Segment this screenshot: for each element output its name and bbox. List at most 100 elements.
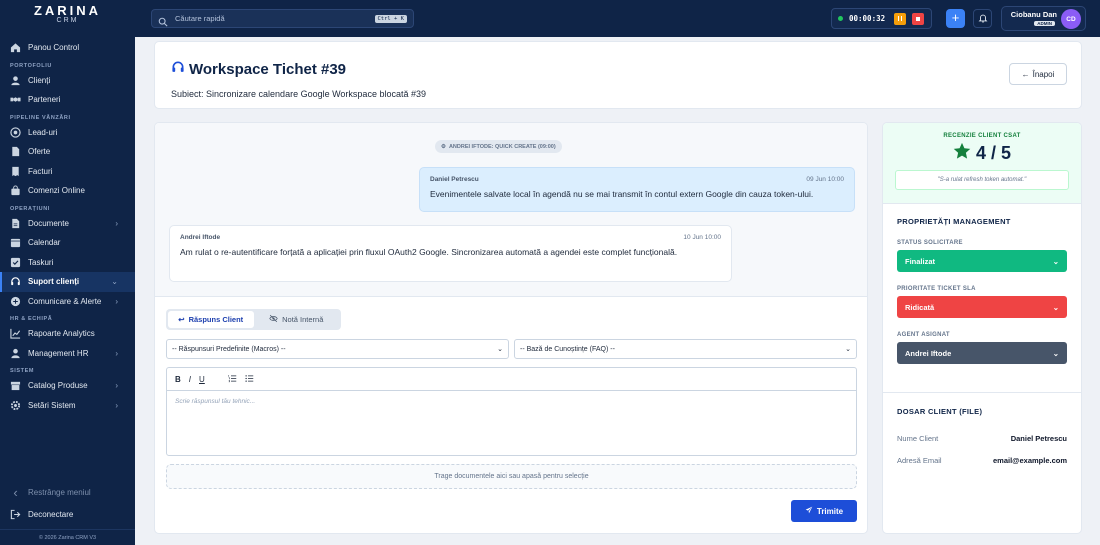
logo-sub: CRM xyxy=(56,17,79,24)
document-icon xyxy=(10,218,21,229)
handshake-icon xyxy=(10,94,21,105)
timer-stop-button[interactable] xyxy=(912,12,925,25)
sidebar-item-setari[interactable]: Setări Sistem › xyxy=(0,396,135,416)
reply-textarea[interactable]: Scrie răspunsul tău tehnic... xyxy=(167,391,856,412)
ticket-header: Workspace Tichet #39 Subiect: Sincroniza… xyxy=(154,41,1082,109)
message-meta: Andrei Iftode 10 Jun 10:00 xyxy=(180,234,721,241)
client-name-value: Daniel Petrescu xyxy=(1010,434,1067,443)
sidebar-item-label: Facturi xyxy=(28,166,53,176)
collapse-menu-button[interactable]: ‹ Restrânge meniul xyxy=(0,481,135,503)
ticket-sidebar: RECENZIE CLIENT CSAT 4 / 5 "S-a rulat re… xyxy=(882,122,1082,534)
headset-icon xyxy=(10,276,21,287)
italic-button[interactable]: I xyxy=(189,375,191,384)
sidebar-item-panou-control[interactable]: Panou Control xyxy=(0,38,135,58)
client-email-key: Adresă Email xyxy=(897,456,942,465)
user-name: Ciobanu Dan xyxy=(1010,10,1057,19)
sidebar-item-calendar[interactable]: Calendar xyxy=(0,233,135,253)
chevron-down-icon: ⌄ xyxy=(497,346,503,353)
sidebar-item-taskuri[interactable]: Taskuri xyxy=(0,253,135,273)
priority-select[interactable]: Ridicată ⌄ xyxy=(897,296,1067,318)
bullet-list-icon xyxy=(245,374,254,382)
status-label: STATUS SOLICITARE xyxy=(897,240,963,246)
back-button[interactable]: ← Înapoi xyxy=(1009,63,1067,85)
sidebar-item-suport-clienti[interactable]: Suport clienți ⌄ xyxy=(0,272,135,292)
sidebar-item-rapoarte[interactable]: Rapoarte Analytics xyxy=(0,324,135,344)
work-timer: 00:00:32 xyxy=(831,8,932,29)
file-icon xyxy=(10,146,21,157)
knowledge-base-select[interactable]: -- Bază de Cunoștințe (FAQ) -- ⌄ xyxy=(514,339,857,359)
logout-button[interactable]: Deconectare xyxy=(0,503,135,525)
bold-button[interactable]: B xyxy=(175,375,181,384)
notifications-button[interactable] xyxy=(973,9,992,28)
plus-icon: + xyxy=(951,10,960,25)
eye-slash-icon xyxy=(269,314,278,325)
add-button[interactable]: + xyxy=(946,9,965,28)
user-role-badge: ADMIN xyxy=(1034,21,1055,26)
sidebar-item-label: Management HR xyxy=(28,348,89,358)
sidebar-item-comunicare[interactable]: Comunicare & Alerte › xyxy=(0,292,135,312)
tab-label: Răspuns Client xyxy=(188,315,244,324)
bullet-list-button[interactable] xyxy=(245,374,254,385)
sidebar-item-label: Rapoarte Analytics xyxy=(28,329,95,339)
conversation-thread: ⚙ ANDREI IFTODE: QUICK CREATE (09:00) Da… xyxy=(155,123,867,297)
sidebar-item-documente[interactable]: Documente › xyxy=(0,214,135,234)
sidebar-item-label: Catalog Produse xyxy=(28,381,88,391)
client-email-value: email@example.com xyxy=(992,456,1067,465)
chevron-down-icon: ⌄ xyxy=(1052,348,1059,358)
tab-reply-client[interactable]: ↩ Răspuns Client xyxy=(168,311,254,328)
checkbox-icon xyxy=(10,257,21,268)
sidebar-item-parteneri[interactable]: Parteneri xyxy=(0,90,135,110)
ordered-list-button[interactable] xyxy=(228,374,237,385)
search-input[interactable]: Căutare rapidă Ctrl + K xyxy=(151,9,414,28)
conversation-card: ⚙ ANDREI IFTODE: QUICK CREATE (09:00) Da… xyxy=(154,122,868,534)
ticket-subject: Subiect: Sincronizare calendare Google W… xyxy=(171,89,426,99)
sidebar-item-label: Suport clienți xyxy=(28,277,80,287)
sidebar-item-label: Parteneri xyxy=(28,95,61,105)
home-icon xyxy=(10,42,21,53)
sidebar-item-catalog[interactable]: Catalog Produse › xyxy=(0,376,135,396)
message-time: 10 Jun 10:00 xyxy=(683,234,721,241)
message-text: Evenimentele salvate local în agendă nu … xyxy=(430,189,814,199)
user-menu[interactable]: Ciobanu Dan ADMIN CD xyxy=(1001,6,1086,31)
tab-internal-note[interactable]: Notă Internă xyxy=(254,311,340,328)
sidebar-item-label: Comunicare & Alerte xyxy=(28,296,102,306)
message-author: Andrei Iftode xyxy=(180,234,221,241)
chevron-right-icon: › xyxy=(115,381,118,391)
sidebar-item-comenzi-online[interactable]: Comenzi Online xyxy=(0,181,135,201)
search-placeholder: Căutare rapidă xyxy=(175,14,225,23)
logo: ZARINA CRM xyxy=(0,0,135,36)
user-icon xyxy=(10,75,21,86)
send-label: Trimite xyxy=(816,506,844,516)
reply-tabs: ↩ Răspuns Client Notă Internă xyxy=(166,309,341,330)
client-message: Daniel Petrescu 09 Jun 10:00 Evenimentel… xyxy=(419,167,855,212)
send-button[interactable]: Trimite xyxy=(791,500,857,522)
sidebar-item-facturi[interactable]: Facturi xyxy=(0,162,135,182)
csat-score: 4 / 5 xyxy=(883,142,1081,165)
client-email-row: Adresă Email email@example.com xyxy=(897,456,1067,465)
system-note: ⚙ ANDREI IFTODE: QUICK CREATE (09:00) xyxy=(435,140,562,153)
sidebar-footer: ‹ Restrânge meniul Deconectare © 2026 Za… xyxy=(0,481,135,545)
logo-name: ZARINA xyxy=(33,3,102,18)
arrow-left-icon: ← xyxy=(1021,69,1030,79)
shopping-bag-icon xyxy=(10,185,21,196)
macros-select[interactable]: -- Răspunsuri Predefinite (Macros) -- ⌄ xyxy=(166,339,509,359)
csat-comment: "S-a rulat refresh token automat." xyxy=(895,170,1069,190)
underline-button[interactable]: U xyxy=(199,375,205,384)
timer-pause-button[interactable] xyxy=(894,12,907,25)
agent-select[interactable]: Andrei Iftode ⌄ xyxy=(897,342,1067,364)
user-tie-icon xyxy=(10,348,21,359)
attachment-dropzone[interactable]: Trage documentele aici sau apasă pentru … xyxy=(166,464,857,489)
broadcast-icon xyxy=(10,296,21,307)
reply-editor: B I U Scrie răspunsul tău tehnic... xyxy=(166,367,857,456)
sidebar-section-portofoliu: PORTOFOLIU xyxy=(10,62,52,69)
message-text: Am rulat o re-autentificare forțată a ap… xyxy=(180,247,678,257)
robot-icon: ⚙ xyxy=(441,143,446,150)
logout-label: Deconectare xyxy=(28,509,74,519)
sidebar-section-hr: HR & ECHIPĂ xyxy=(10,316,53,322)
sidebar-item-oferte[interactable]: Oferte xyxy=(0,142,135,162)
status-select[interactable]: Finalizat ⌄ xyxy=(897,250,1067,272)
csat-score-value: 4 / 5 xyxy=(975,143,1012,163)
sidebar-item-clienti[interactable]: Clienți xyxy=(0,71,135,91)
sidebar-item-management-hr[interactable]: Management HR › xyxy=(0,344,135,364)
sidebar-item-lead-uri[interactable]: Lead-uri xyxy=(0,123,135,143)
